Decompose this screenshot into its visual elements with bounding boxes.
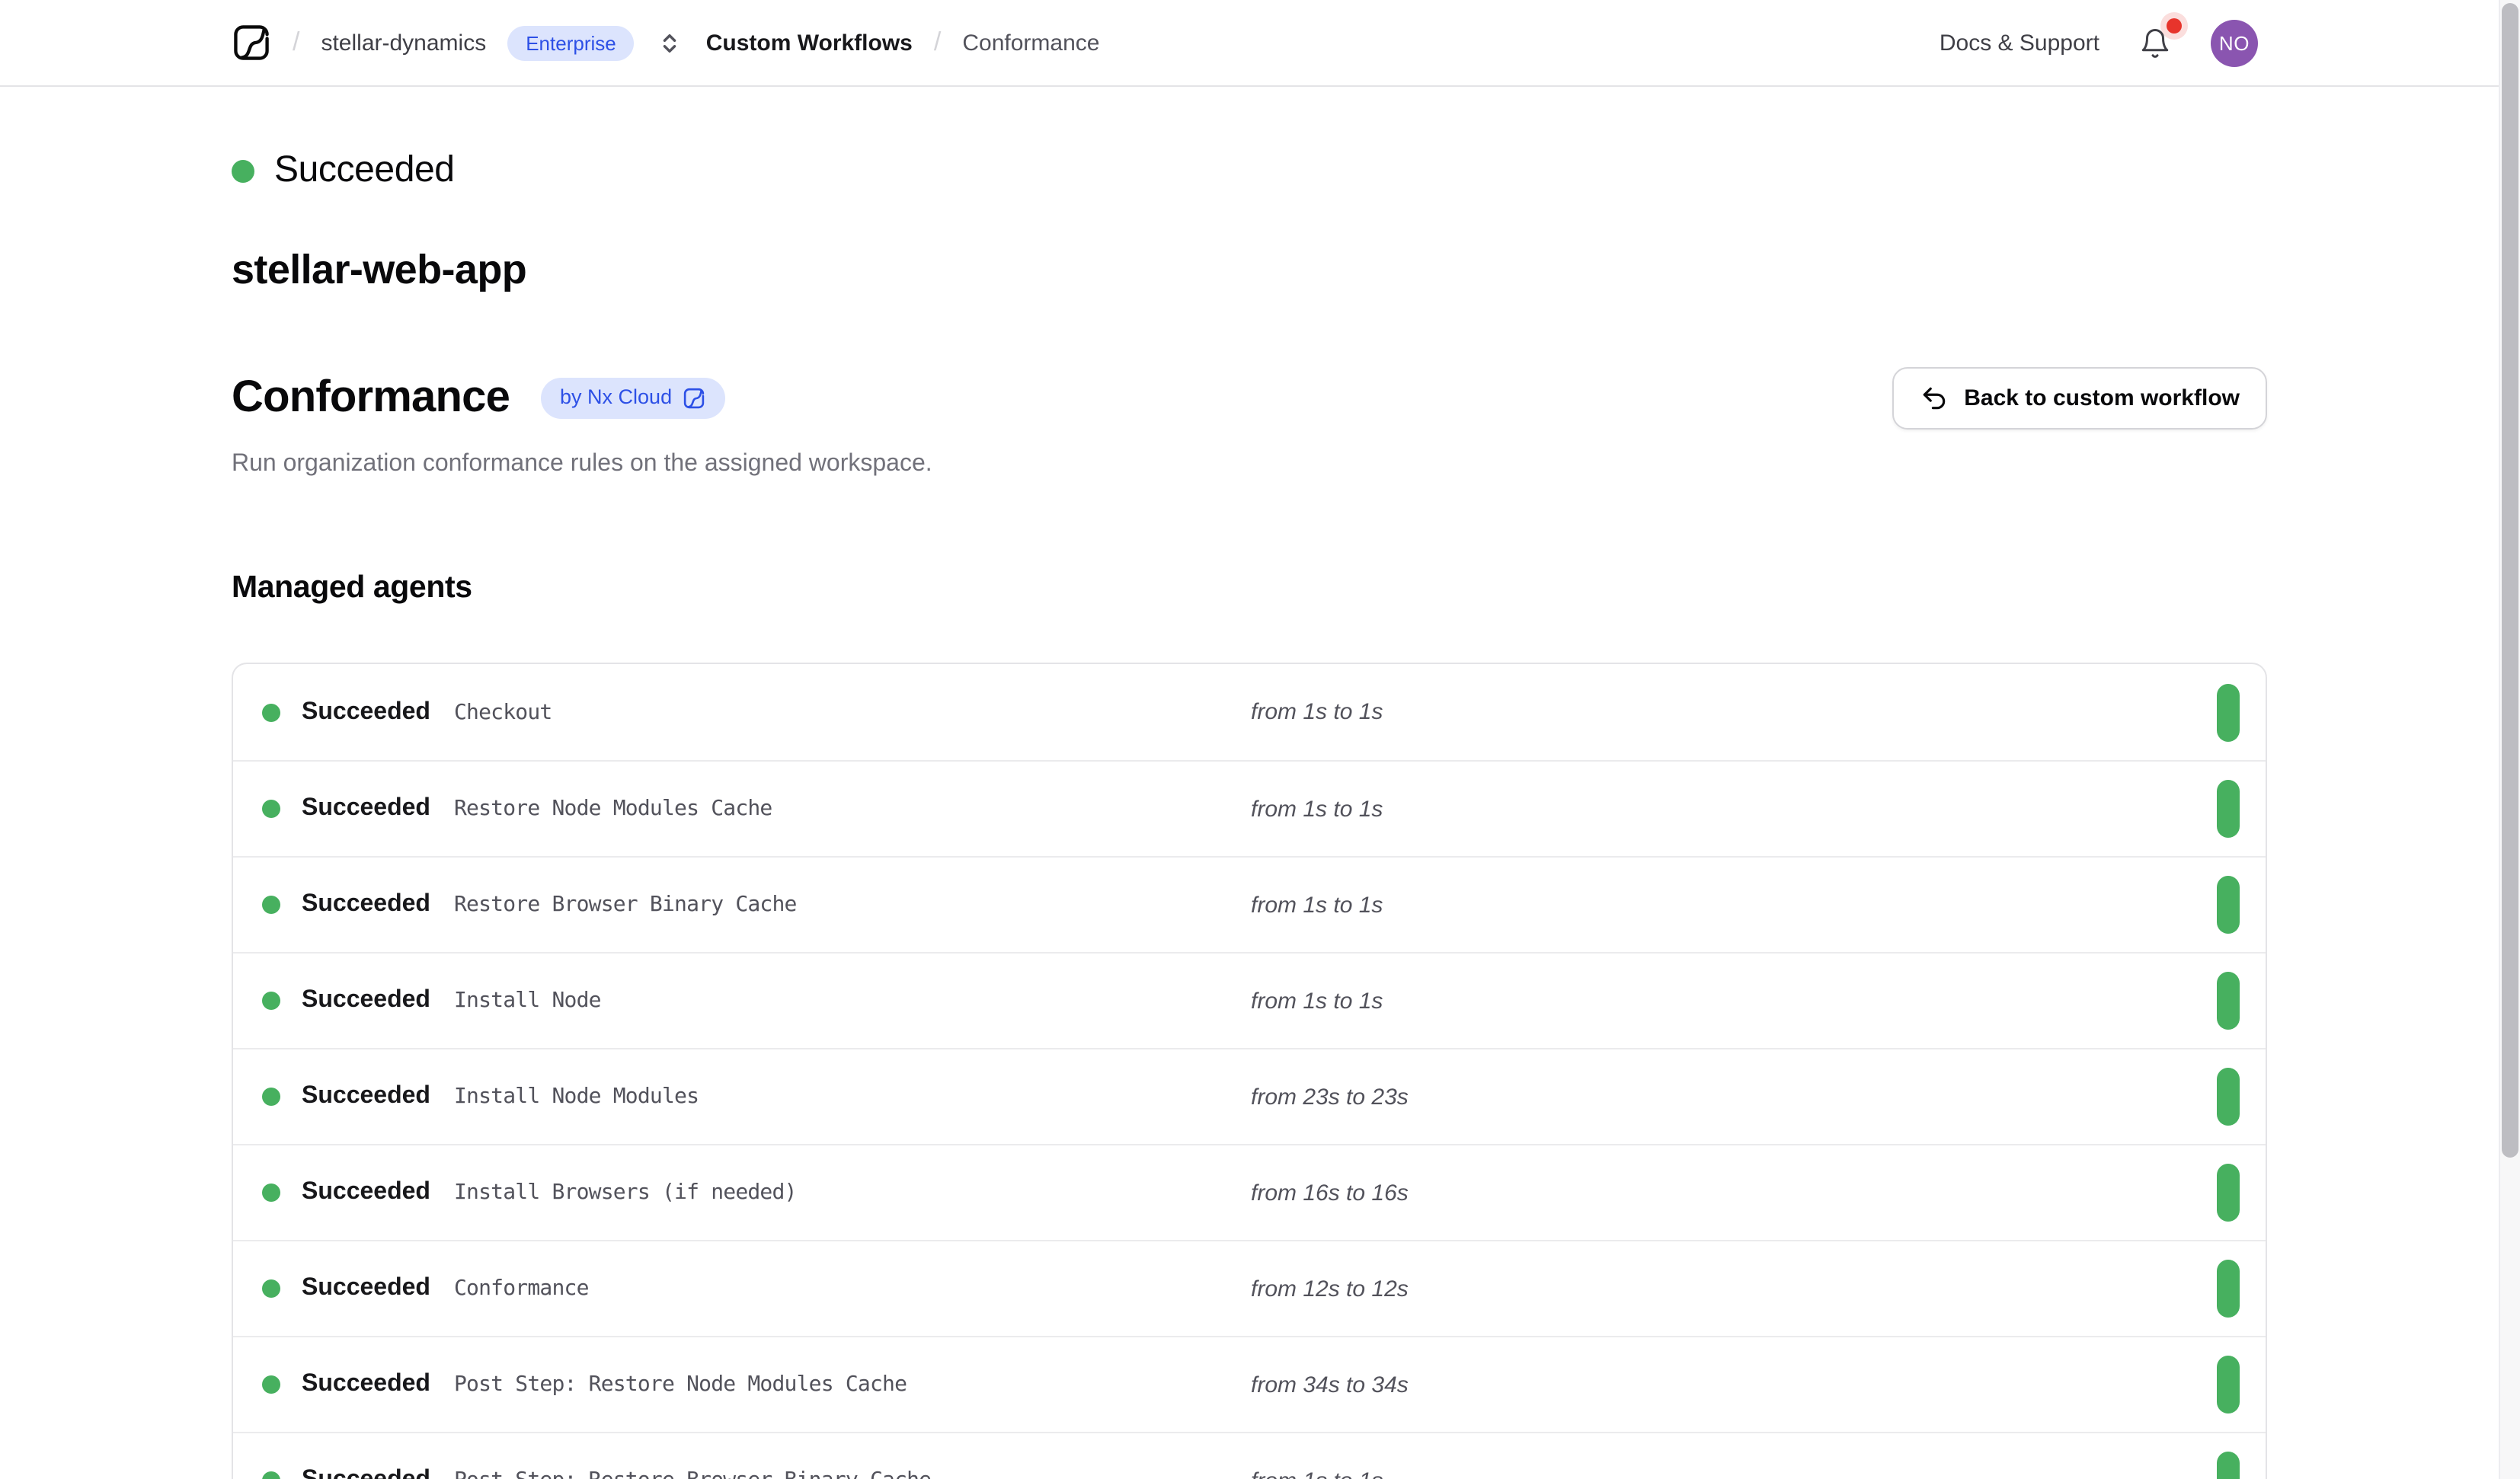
breadcrumb-page[interactable]: Conformance [962,30,1099,56]
workflow-title: Conformance [232,373,510,423]
run-status-label: Succeeded [274,149,455,192]
agent-status-dot-icon [262,800,280,818]
back-button-label: Back to custom workflow [1964,385,2240,411]
agent-status-dot-icon [262,896,280,914]
agent-duration-label: from 1s to 1s [1251,699,2217,725]
scrollbar-track [2499,0,2520,1479]
duration-bar [2217,1452,2240,1479]
agent-row[interactable]: Succeeded Install Browsers (if needed) f… [233,1144,2266,1240]
agent-status-label: Succeeded [302,1371,454,1398]
breadcrumb-org[interactable]: stellar-dynamics [321,30,486,56]
breadcrumb-separator: / [293,27,299,58]
agent-status-label: Succeeded [302,698,454,726]
workspace-title: stellar-web-app [232,247,2267,294]
agent-step-name: Install Node [454,989,1251,1013]
agent-row[interactable]: Succeeded Install Node from 1s to 1s [233,952,2266,1048]
main-content: Succeeded stellar-web-app Conformance by… [0,149,2520,1479]
agent-status-dot-icon [262,703,280,721]
duration-bar [2217,683,2240,741]
scrollbar-thumb[interactable] [2502,3,2518,1158]
notifications-button[interactable] [2136,24,2174,62]
agent-row[interactable]: Succeeded Conformance from 12s to 12s [233,1240,2266,1336]
agent-status-label: Succeeded [302,891,454,918]
agent-row[interactable]: Succeeded Restore Node Modules Cache fro… [233,760,2266,856]
agent-row[interactable]: Succeeded Restore Browser Binary Cache f… [233,856,2266,952]
agent-status-dot-icon [262,1088,280,1106]
agents-list: Succeeded Checkout from 1s to 1s Succeed… [232,663,2267,1479]
duration-bar [2217,876,2240,934]
nav-actions: Docs & Support NO [1940,19,2258,66]
duration-bar [2217,1356,2240,1414]
top-nav: / stellar-dynamics Enterprise Custom Wor… [0,0,2520,87]
duration-bar [2217,1164,2240,1222]
agent-status-label: Succeeded [302,1467,454,1479]
breadcrumb-section[interactable]: Custom Workflows [706,30,913,56]
agent-status-dot-icon [262,1279,280,1298]
agent-row[interactable]: Succeeded Post Step: Restore Browser Bin… [233,1432,2266,1479]
agent-row[interactable]: Succeeded Install Node Modules from 23s … [233,1048,2266,1144]
agent-duration-label: from 12s to 12s [1251,1276,2217,1302]
duration-bar [2217,1260,2240,1318]
agent-status-label: Succeeded [302,1275,454,1302]
duration-bar [2217,780,2240,838]
agent-step-name: Restore Browser Binary Cache [454,893,1251,917]
user-avatar[interactable]: NO [2211,19,2258,66]
back-to-workflow-button[interactable]: Back to custom workflow [1892,367,2267,430]
agent-step-name: Conformance [454,1276,1251,1301]
agent-status-dot-icon [262,1184,280,1202]
workflow-description: Run organization conformance rules on th… [232,451,2267,478]
notification-dot [2167,18,2182,33]
byline-label: by Nx Cloud [560,386,672,410]
agent-duration-label: from 1s to 1s [1251,1468,2217,1479]
agent-row[interactable]: Succeeded Checkout from 1s to 1s [233,664,2266,760]
agent-status-label: Succeeded [302,1179,454,1206]
agent-duration-label: from 1s to 1s [1251,988,2217,1014]
agent-duration-label: from 34s to 34s [1251,1372,2217,1398]
agent-row[interactable]: Succeeded Post Step: Restore Node Module… [233,1336,2266,1432]
workspace-switcher-button[interactable] [656,28,685,57]
nx-cloud-logo-icon[interactable] [232,23,271,62]
agent-status-label: Succeeded [302,795,454,823]
managed-agents-heading: Managed agents [232,570,2267,606]
agent-status-label: Succeeded [302,987,454,1014]
agent-duration-label: from 16s to 16s [1251,1180,2217,1206]
agent-step-name: Install Node Modules [454,1084,1251,1109]
agent-duration-label: from 1s to 1s [1251,796,2217,822]
run-status: Succeeded [232,149,2267,192]
agent-status-label: Succeeded [302,1083,454,1110]
plan-badge: Enterprise [507,25,635,60]
agent-step-name: Checkout [454,700,1251,724]
agent-duration-label: from 1s to 1s [1251,892,2217,918]
agent-step-name: Install Browsers (if needed) [454,1180,1251,1205]
agent-duration-label: from 23s to 23s [1251,1084,2217,1110]
agent-step-name: Post Step: Restore Node Modules Cache [454,1372,1251,1397]
duration-bar [2217,1068,2240,1126]
agent-step-name: Restore Node Modules Cache [454,797,1251,821]
breadcrumb-separator: / [934,27,941,58]
status-dot-icon [232,159,254,182]
app-window: / stellar-dynamics Enterprise Custom Wor… [0,0,2520,1479]
docs-support-link[interactable]: Docs & Support [1940,30,2099,56]
workflow-header: Conformance by Nx Cloud Back to custom w… [232,367,2267,430]
agent-status-dot-icon [262,1375,280,1394]
bell-icon [2139,27,2171,59]
by-nx-cloud-badge[interactable]: by Nx Cloud [540,379,725,418]
breadcrumb: / stellar-dynamics Enterprise Custom Wor… [232,23,1099,62]
duration-bar [2217,972,2240,1030]
undo-arrow-icon [1920,384,1949,413]
agent-status-dot-icon [262,1471,280,1479]
agent-status-dot-icon [262,992,280,1010]
chevrons-up-down-icon [659,31,682,54]
nx-cloud-icon [683,387,705,410]
agent-step-name: Post Step: Restore Browser Binary Cache [454,1468,1251,1479]
